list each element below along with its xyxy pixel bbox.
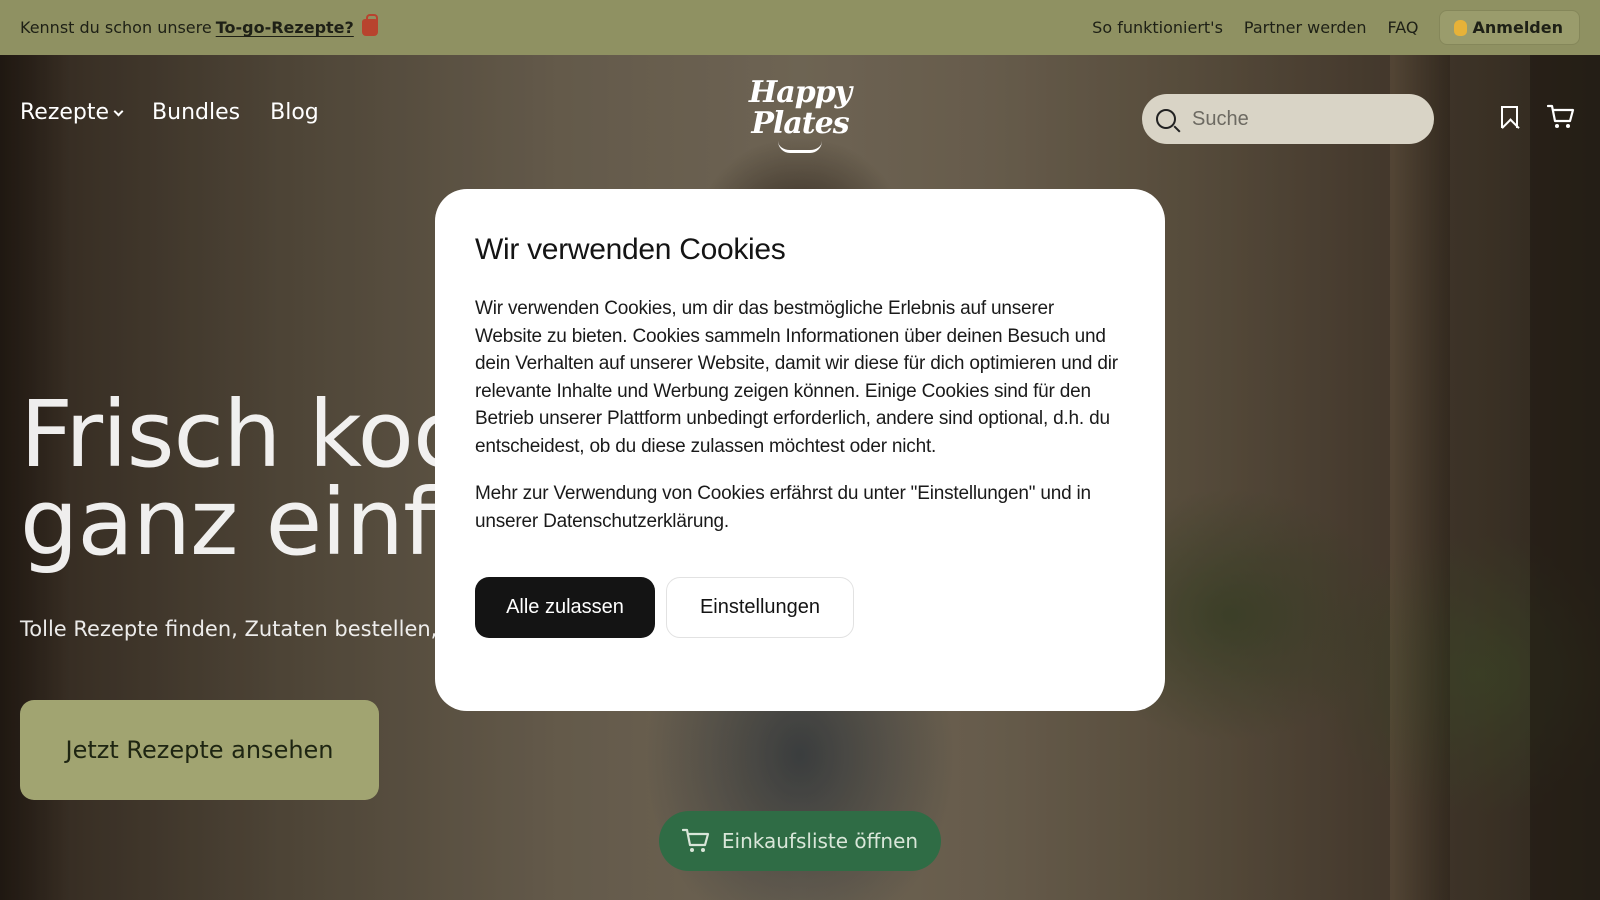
cookie-consent-dialog: Wir verwenden Cookies Wir verwenden Cook… xyxy=(435,189,1165,711)
view-recipes-button[interactable]: Jetzt Rezepte ansehen xyxy=(20,700,379,800)
waving-hand-icon xyxy=(1453,19,1467,36)
logo-smile xyxy=(778,141,822,153)
faq-link[interactable]: FAQ xyxy=(1388,18,1419,37)
nav-item-bundles[interactable]: Bundles xyxy=(152,100,240,125)
nav-item-recipes[interactable]: Rezepte xyxy=(20,100,124,125)
open-shopping-list-button[interactable]: Einkaufsliste öffnen xyxy=(659,811,941,871)
hero-headline: Frisch koc ganz einfa xyxy=(20,381,491,576)
nav-item-recipes-label: Rezepte xyxy=(20,100,110,125)
logo-line-2: Plates xyxy=(751,106,849,141)
cookie-settings-button[interactable]: Einstellungen xyxy=(666,577,854,638)
shopping-cart-icon xyxy=(681,828,709,852)
cookie-dialog-text: Wir verwenden Cookies, um dir das bestmö… xyxy=(475,298,1118,457)
hero-subline: Tolle Rezepte finden, Zutaten bestellen,… xyxy=(20,617,450,641)
main-nav: Rezepte Bundles Blog xyxy=(20,100,319,125)
chevron-down-icon xyxy=(113,106,124,117)
accept-all-button[interactable]: Alle zulassen xyxy=(475,577,655,638)
search-input[interactable] xyxy=(1192,107,1412,131)
search-icon xyxy=(1156,109,1176,129)
cart-icon[interactable] xyxy=(1547,104,1575,130)
shopping-bag-icon xyxy=(361,14,378,36)
to-go-recipes-link[interactable]: To-go-Rezepte? xyxy=(216,18,354,37)
topbar-links: So funktioniert's Partner werden FAQ xyxy=(1092,18,1418,37)
become-partner-link[interactable]: Partner werden xyxy=(1244,18,1367,37)
login-label: Anmelden xyxy=(1472,18,1563,37)
hero-headline-line-2: ganz einfa xyxy=(20,469,491,576)
announcement-bar: Kennst du schon unsere To-go-Rezepte? So… xyxy=(0,0,1600,55)
nav-item-blog[interactable]: Blog xyxy=(270,100,319,125)
promo-text: Kennst du schon unsere To-go-Rezepte? xyxy=(20,14,378,37)
hero-headline-line-1: Frisch koc xyxy=(20,381,464,488)
happy-plates-logo[interactable]: Happy Plates xyxy=(740,77,860,153)
logo-line-1: Happy xyxy=(748,75,852,110)
search-box[interactable] xyxy=(1142,94,1434,144)
cookie-dialog-title: Wir verwenden Cookies xyxy=(475,233,786,266)
how-it-works-link[interactable]: So funktioniert's xyxy=(1092,18,1223,37)
bookmark-icon[interactable] xyxy=(1501,106,1518,128)
login-button[interactable]: Anmelden xyxy=(1438,10,1580,45)
cookie-dialog-actions: Alle zulassen Einstellungen xyxy=(475,577,1125,638)
shopping-list-label: Einkaufsliste öffnen xyxy=(721,829,919,853)
cookie-dialog-more-info: Mehr zur Verwendung von Cookies erfährst… xyxy=(475,483,1091,532)
promo-prefix: Kennst du schon unsere xyxy=(20,18,212,37)
